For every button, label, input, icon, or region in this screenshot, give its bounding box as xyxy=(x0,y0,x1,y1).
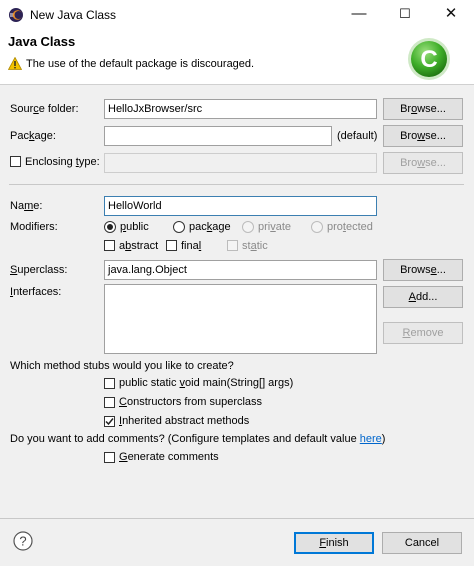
source-folder-label: Source folder: xyxy=(10,103,79,115)
enclosing-type-checkbox[interactable] xyxy=(10,156,21,167)
interfaces-label: Interfaces: xyxy=(10,286,62,298)
final-label: final xyxy=(181,240,202,252)
maximize-icon: ☐ xyxy=(399,6,411,21)
public-label: public xyxy=(120,221,149,233)
enclosing-type-field xyxy=(104,153,377,173)
radio-selected-dot xyxy=(107,224,113,230)
public-radio[interactable] xyxy=(104,221,116,233)
constructors-label: Constructors from superclass xyxy=(119,396,263,408)
maximize-button[interactable]: ☐ xyxy=(382,0,428,30)
package-radio-label: package xyxy=(189,221,231,233)
footer-separator xyxy=(0,518,474,519)
constructors-checkbox[interactable] xyxy=(104,397,115,408)
source-folder-field[interactable]: HelloJxBrowser/src xyxy=(104,99,377,119)
finish-button[interactable]: Finish xyxy=(294,532,374,554)
inherited-methods-label: Inherited abstract methods xyxy=(119,415,250,427)
abstract-label: abstract xyxy=(119,240,159,252)
enclosing-type-browse-button: Browse... xyxy=(383,152,463,174)
superclass-label: Superclass: xyxy=(10,264,68,276)
minimize-button[interactable]: — xyxy=(336,0,382,30)
static-checkbox xyxy=(227,240,238,251)
package-default-label: (default) xyxy=(337,130,378,142)
package-label: Package: xyxy=(10,130,56,142)
package-browse-button[interactable]: Browse... xyxy=(383,125,463,147)
generate-comments-label: Generate comments xyxy=(119,451,219,463)
class-name-field[interactable]: HelloWorld xyxy=(104,196,377,216)
abstract-checkbox[interactable] xyxy=(104,240,115,251)
close-button[interactable]: ✕ xyxy=(428,0,474,30)
main-method-label: public static void main(String[] args) xyxy=(119,377,294,389)
protected-label: protected xyxy=(327,221,373,233)
private-radio xyxy=(242,221,254,233)
package-field[interactable] xyxy=(104,126,332,146)
enclosing-type-label: Enclosing type: xyxy=(25,156,100,168)
help-icon[interactable]: ? xyxy=(13,531,33,551)
warning-icon xyxy=(8,57,22,70)
add-interface-button[interactable]: Add... xyxy=(383,286,463,308)
cancel-button[interactable]: Cancel xyxy=(382,532,462,554)
minimize-icon: — xyxy=(351,5,367,22)
page-title: Java Class xyxy=(8,34,76,49)
static-label: static xyxy=(242,240,268,252)
modifiers-label: Modifiers: xyxy=(10,221,58,233)
generate-comments-checkbox[interactable] xyxy=(104,452,115,463)
interfaces-list[interactable] xyxy=(104,284,377,354)
private-label: private xyxy=(258,221,292,233)
superclass-browse-button[interactable]: Browse... xyxy=(383,259,463,281)
name-label: Name: xyxy=(10,200,43,212)
protected-radio xyxy=(311,221,323,233)
separator xyxy=(9,184,464,185)
header-message: The use of the default package is discou… xyxy=(26,58,255,70)
logo-letter: C xyxy=(420,46,437,73)
new-class-logo-icon: C xyxy=(408,38,450,80)
remove-interface-button: Remove xyxy=(383,322,463,344)
eclipse-icon xyxy=(9,8,23,22)
package-radio[interactable] xyxy=(173,221,185,233)
final-checkbox[interactable] xyxy=(166,240,177,251)
method-stubs-question: Which method stubs would you like to cre… xyxy=(10,360,234,372)
help-glyph: ? xyxy=(19,534,26,549)
main-method-checkbox[interactable] xyxy=(104,378,115,389)
source-folder-browse-button[interactable]: Browse... xyxy=(383,98,463,120)
configure-templates-link[interactable]: here xyxy=(360,433,382,445)
inherited-methods-checkbox[interactable] xyxy=(104,416,115,427)
close-icon: ✕ xyxy=(444,5,458,22)
superclass-field[interactable]: java.lang.Object xyxy=(104,260,377,280)
comments-question: Do you want to add comments? (Configure … xyxy=(10,433,386,445)
checkmark-icon xyxy=(105,418,114,426)
window-title: New Java Class xyxy=(30,8,117,22)
